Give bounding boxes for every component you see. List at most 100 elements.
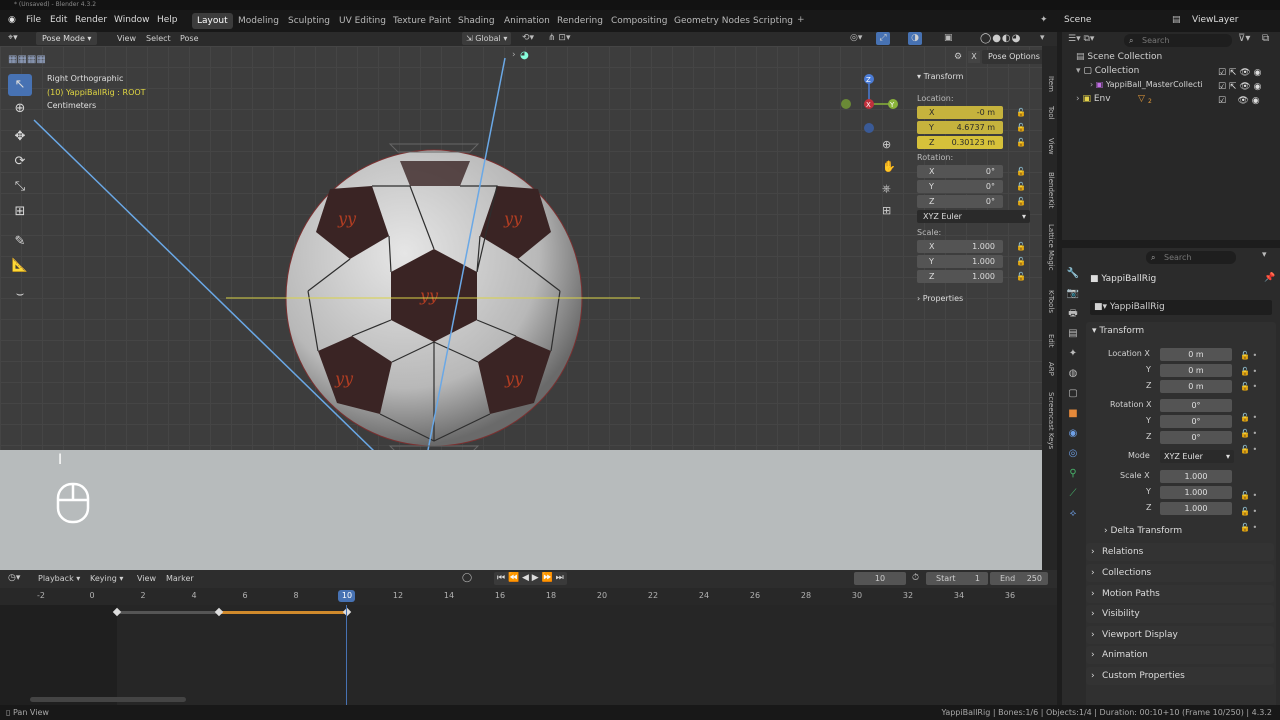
timeline-scrollbar[interactable]: [30, 697, 186, 702]
tab-item[interactable]: Item: [1043, 76, 1055, 92]
scene-name[interactable]: Scene: [1064, 15, 1091, 25]
object-scale-z-field[interactable]: 1.000: [1160, 502, 1232, 515]
rotation-mode-dropdown[interactable]: XYZ Euler ▾: [917, 210, 1030, 223]
object-rotation-x-field[interactable]: 0°: [1160, 399, 1232, 412]
render-icon[interactable]: 📷: [1067, 288, 1079, 299]
menu-view[interactable]: View: [117, 34, 136, 43]
panel-visibility[interactable]: › Visibility: [1086, 605, 1274, 623]
tool-icon[interactable]: 🔧: [1067, 268, 1079, 279]
panel-viewport-display[interactable]: › Viewport Display: [1086, 626, 1274, 644]
playhead-line[interactable]: [346, 605, 347, 705]
snap-icon[interactable]: ⋔ ⊡▾: [548, 33, 570, 43]
scene-icon[interactable]: ✦: [1069, 348, 1077, 359]
tab-arp[interactable]: ARP: [1043, 362, 1055, 376]
3d-viewport[interactable]: yy yy yy yy yy Right Orthographic (10) Y…: [0, 46, 1057, 450]
object-scale-y-field[interactable]: 1.000: [1160, 486, 1232, 499]
rotation-x-field[interactable]: X 0°: [917, 165, 1003, 178]
overlay-toggle-icon[interactable]: ◑: [908, 32, 922, 45]
object-location-x-field[interactable]: 0 m: [1160, 348, 1232, 361]
select-tool-icon[interactable]: ↖: [8, 74, 32, 96]
rotation-z-field[interactable]: Z 0°: [917, 195, 1003, 208]
pose-options-icon[interactable]: ⚙: [954, 52, 962, 62]
blender-logo-icon[interactable]: ◉: [8, 15, 16, 25]
end-frame-field[interactable]: End 250: [990, 572, 1048, 585]
current-frame-field[interactable]: 10: [854, 572, 906, 585]
transform-panel-header[interactable]: ▾ Transform: [1092, 326, 1144, 336]
scale-x-field[interactable]: X 1.000: [917, 240, 1003, 253]
world-icon[interactable]: ◍: [1069, 368, 1078, 379]
lock-icon[interactable]: 🔓: [1016, 167, 1026, 176]
panel-animation[interactable]: › Animation: [1086, 646, 1274, 664]
properties-tabs[interactable]: 🔧 📷 🖶 ▤ ✦ ◍ ▢ ■ ◉ ◎ ⚲ ⟋ ⟡: [1064, 264, 1082, 564]
lock-icon[interactable]: 🔓: [1016, 242, 1026, 251]
panel-collections[interactable]: › Collections: [1086, 564, 1274, 582]
menu-keying[interactable]: Keying ▾: [90, 574, 123, 583]
tab-layout[interactable]: Layout: [192, 13, 233, 29]
tab-animation[interactable]: Animation: [499, 13, 555, 29]
orientation-dropdown[interactable]: ⇲ Global ▾: [462, 32, 512, 45]
object-rotation-z-field[interactable]: 0°: [1160, 431, 1232, 444]
lock-icon[interactable]: 🔓: [1016, 138, 1026, 147]
xray-icon[interactable]: ▣: [944, 33, 953, 43]
timeline-body[interactable]: [0, 605, 1057, 705]
outliner-editor-icon[interactable]: ☰▾ ⧉▾: [1068, 34, 1094, 44]
view-layer-name[interactable]: ViewLayer: [1192, 15, 1238, 25]
lock-icon[interactable]: 🔓: [1016, 197, 1026, 206]
keyframe[interactable]: [214, 607, 224, 617]
collection-icon[interactable]: ▢: [1068, 388, 1077, 399]
transform-tool-icon[interactable]: ⊞: [8, 201, 32, 223]
tab-modeling[interactable]: Modeling: [233, 13, 284, 29]
outliner-item[interactable]: › ▣ Env ▽ 2: [1076, 94, 1152, 105]
scale-tool-icon[interactable]: ⤡: [8, 176, 32, 198]
select-mode-icons[interactable]: ▦▦▦▦: [8, 54, 46, 65]
editor-type-icon[interactable]: ⌖▾: [8, 33, 18, 43]
visibility-icon[interactable]: ◎▾: [850, 33, 862, 43]
expand-arrow-icon[interactable]: ›: [512, 50, 516, 60]
location-x-field[interactable]: X -0 m: [917, 106, 1003, 119]
modifier-icon[interactable]: ◉: [1069, 428, 1078, 439]
ortho-grid-icon[interactable]: ⊞: [882, 204, 891, 217]
tab-geometry-nodes[interactable]: Geometry Nodes: [669, 13, 755, 29]
menu-select[interactable]: Select: [146, 34, 171, 43]
menu-help[interactable]: Help: [157, 15, 178, 25]
menu-render[interactable]: Render: [75, 15, 107, 25]
scale-y-field[interactable]: Y 1.000: [917, 255, 1003, 268]
menu-edit[interactable]: Edit: [50, 15, 67, 25]
rotation-y-field[interactable]: Y 0°: [917, 180, 1003, 193]
gizmo-toggle-icon[interactable]: ⤢: [876, 32, 890, 45]
navigation-gizmo[interactable]: Z Y X: [836, 72, 904, 134]
tab-texture-paint[interactable]: Texture Paint: [388, 13, 456, 29]
tab-compositing[interactable]: Compositing: [606, 13, 672, 29]
menu-marker[interactable]: Marker: [166, 574, 194, 583]
playback-controls[interactable]: ⏮ ⏪ ◀ ▶ ⏩ ⏭: [494, 572, 567, 585]
menu-playback[interactable]: Playback ▾: [38, 574, 80, 583]
stopwatch-icon[interactable]: ⏱: [912, 573, 919, 583]
measure-tool-icon[interactable]: 📐: [8, 255, 32, 277]
output-icon[interactable]: 🖶: [1068, 308, 1077, 319]
lock-icon[interactable]: 🔓: [1016, 108, 1026, 117]
menu-file[interactable]: File: [26, 15, 41, 25]
location-y-field[interactable]: Y 4.6737 m: [917, 121, 1003, 134]
location-z-field[interactable]: Z 0.30123 m: [917, 136, 1003, 149]
object-location-y-field[interactable]: 0 m: [1160, 364, 1232, 377]
zoom-icon[interactable]: ⊕: [882, 138, 891, 151]
armature-data-icon[interactable]: ⚲: [1069, 468, 1076, 479]
tab-shading[interactable]: Shading: [453, 13, 500, 29]
close-icon[interactable]: X: [968, 51, 980, 63]
keyframe[interactable]: [342, 607, 352, 617]
timeline-ruler[interactable]: -2 0 2 4 6 8 10 12 14 16 18 20 22 24 26 …: [0, 588, 1057, 605]
tab-blenderkit[interactable]: BlenderKit: [1043, 172, 1055, 208]
object-scale-x-field[interactable]: 1.000: [1160, 470, 1232, 483]
visibility-toggles[interactable]: ☑ ⇱ 👁 ◉ ☑ ⇱ 👁 ◉ ☑ 👁 ◉: [1218, 66, 1261, 108]
tab-screencast-keys[interactable]: Screencast Keys: [1043, 392, 1055, 449]
view-layer-icon[interactable]: ▤: [1068, 328, 1077, 339]
delta-transform-header[interactable]: › Delta Transform: [1104, 526, 1182, 536]
panel-custom-properties[interactable]: › Custom Properties: [1086, 667, 1274, 685]
tab-uv-editing[interactable]: UV Editing: [334, 13, 391, 29]
cursor-tool-icon[interactable]: ⊕: [8, 98, 32, 120]
tab-view[interactable]: View: [1043, 138, 1055, 155]
new-collection-icon[interactable]: ⧉: [1262, 33, 1269, 44]
chevron-down-icon[interactable]: ▾: [1262, 250, 1267, 260]
object-rotation-y-field[interactable]: 0°: [1160, 415, 1232, 428]
tab-scripting[interactable]: Scripting: [748, 13, 798, 29]
